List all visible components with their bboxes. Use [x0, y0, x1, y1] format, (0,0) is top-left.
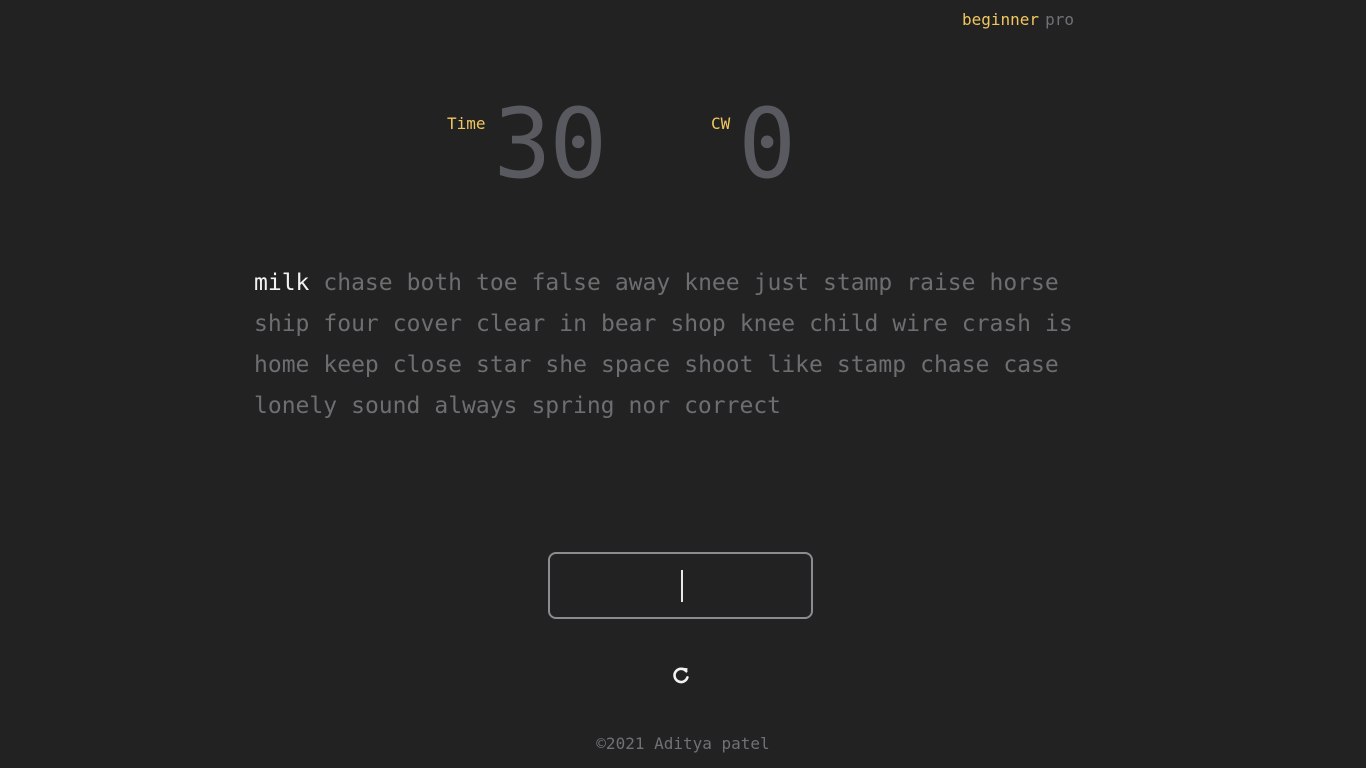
correct-words-label: CW — [711, 114, 731, 133]
word: lonely — [254, 393, 338, 419]
word: star — [476, 352, 532, 378]
word: in — [559, 311, 587, 337]
mode-switch: beginner pro — [962, 10, 1074, 29]
word: both — [406, 270, 463, 296]
word: close — [392, 352, 463, 378]
word: spring — [531, 393, 615, 419]
word: is — [1045, 311, 1073, 337]
word-list: milk chase both toe false away knee just stamp ra… — [254, 263, 1124, 427]
word: raise — [906, 270, 976, 296]
typing-test-page: beginner pro Time 30 CW 0 milk chase both to… — [0, 0, 1366, 768]
word: chase — [323, 270, 393, 296]
word: child — [809, 311, 879, 337]
word: sound — [351, 393, 421, 419]
time-value: 30 — [493, 88, 608, 200]
time-stat: Time 30 — [447, 88, 608, 200]
word: keep — [323, 352, 379, 378]
word: home — [254, 352, 310, 378]
word: cover — [392, 311, 463, 337]
word: like — [767, 352, 823, 378]
word: horse — [989, 270, 1059, 296]
word: bear — [600, 311, 657, 337]
correct-words-value: 0 — [738, 88, 796, 200]
word: ship — [254, 311, 310, 337]
mode-beginner-button[interactable]: beginner — [962, 10, 1039, 29]
word: chase — [920, 352, 990, 378]
word: stamp — [836, 352, 907, 378]
word: false — [531, 270, 601, 296]
word: clear — [476, 311, 546, 337]
typing-input[interactable] — [548, 552, 813, 619]
word: just — [753, 270, 809, 296]
word: shop — [670, 311, 726, 337]
word: shoot — [684, 352, 754, 378]
mode-pro-button[interactable]: pro — [1045, 10, 1074, 29]
text-caret — [681, 570, 683, 602]
word: she — [545, 352, 587, 378]
word: space — [600, 352, 671, 378]
word: knee — [739, 311, 796, 337]
correct-words-stat: CW 0 — [711, 88, 796, 200]
word: always — [434, 393, 518, 419]
word: stamp — [823, 270, 893, 296]
word: knee — [684, 270, 740, 296]
word: toe — [476, 270, 518, 296]
refresh-icon — [673, 667, 689, 684]
footer-copyright: ©2021 Aditya patel — [596, 734, 770, 753]
word: four — [323, 311, 379, 337]
current-word: milk — [254, 270, 310, 296]
word: case — [1003, 352, 1059, 378]
word: nor — [628, 393, 671, 419]
word: wire — [892, 311, 948, 337]
reset-button[interactable] — [668, 662, 694, 688]
word: correct — [684, 393, 782, 419]
word: away — [614, 270, 671, 296]
time-label: Time — [447, 114, 486, 133]
word: crash — [961, 311, 1032, 337]
